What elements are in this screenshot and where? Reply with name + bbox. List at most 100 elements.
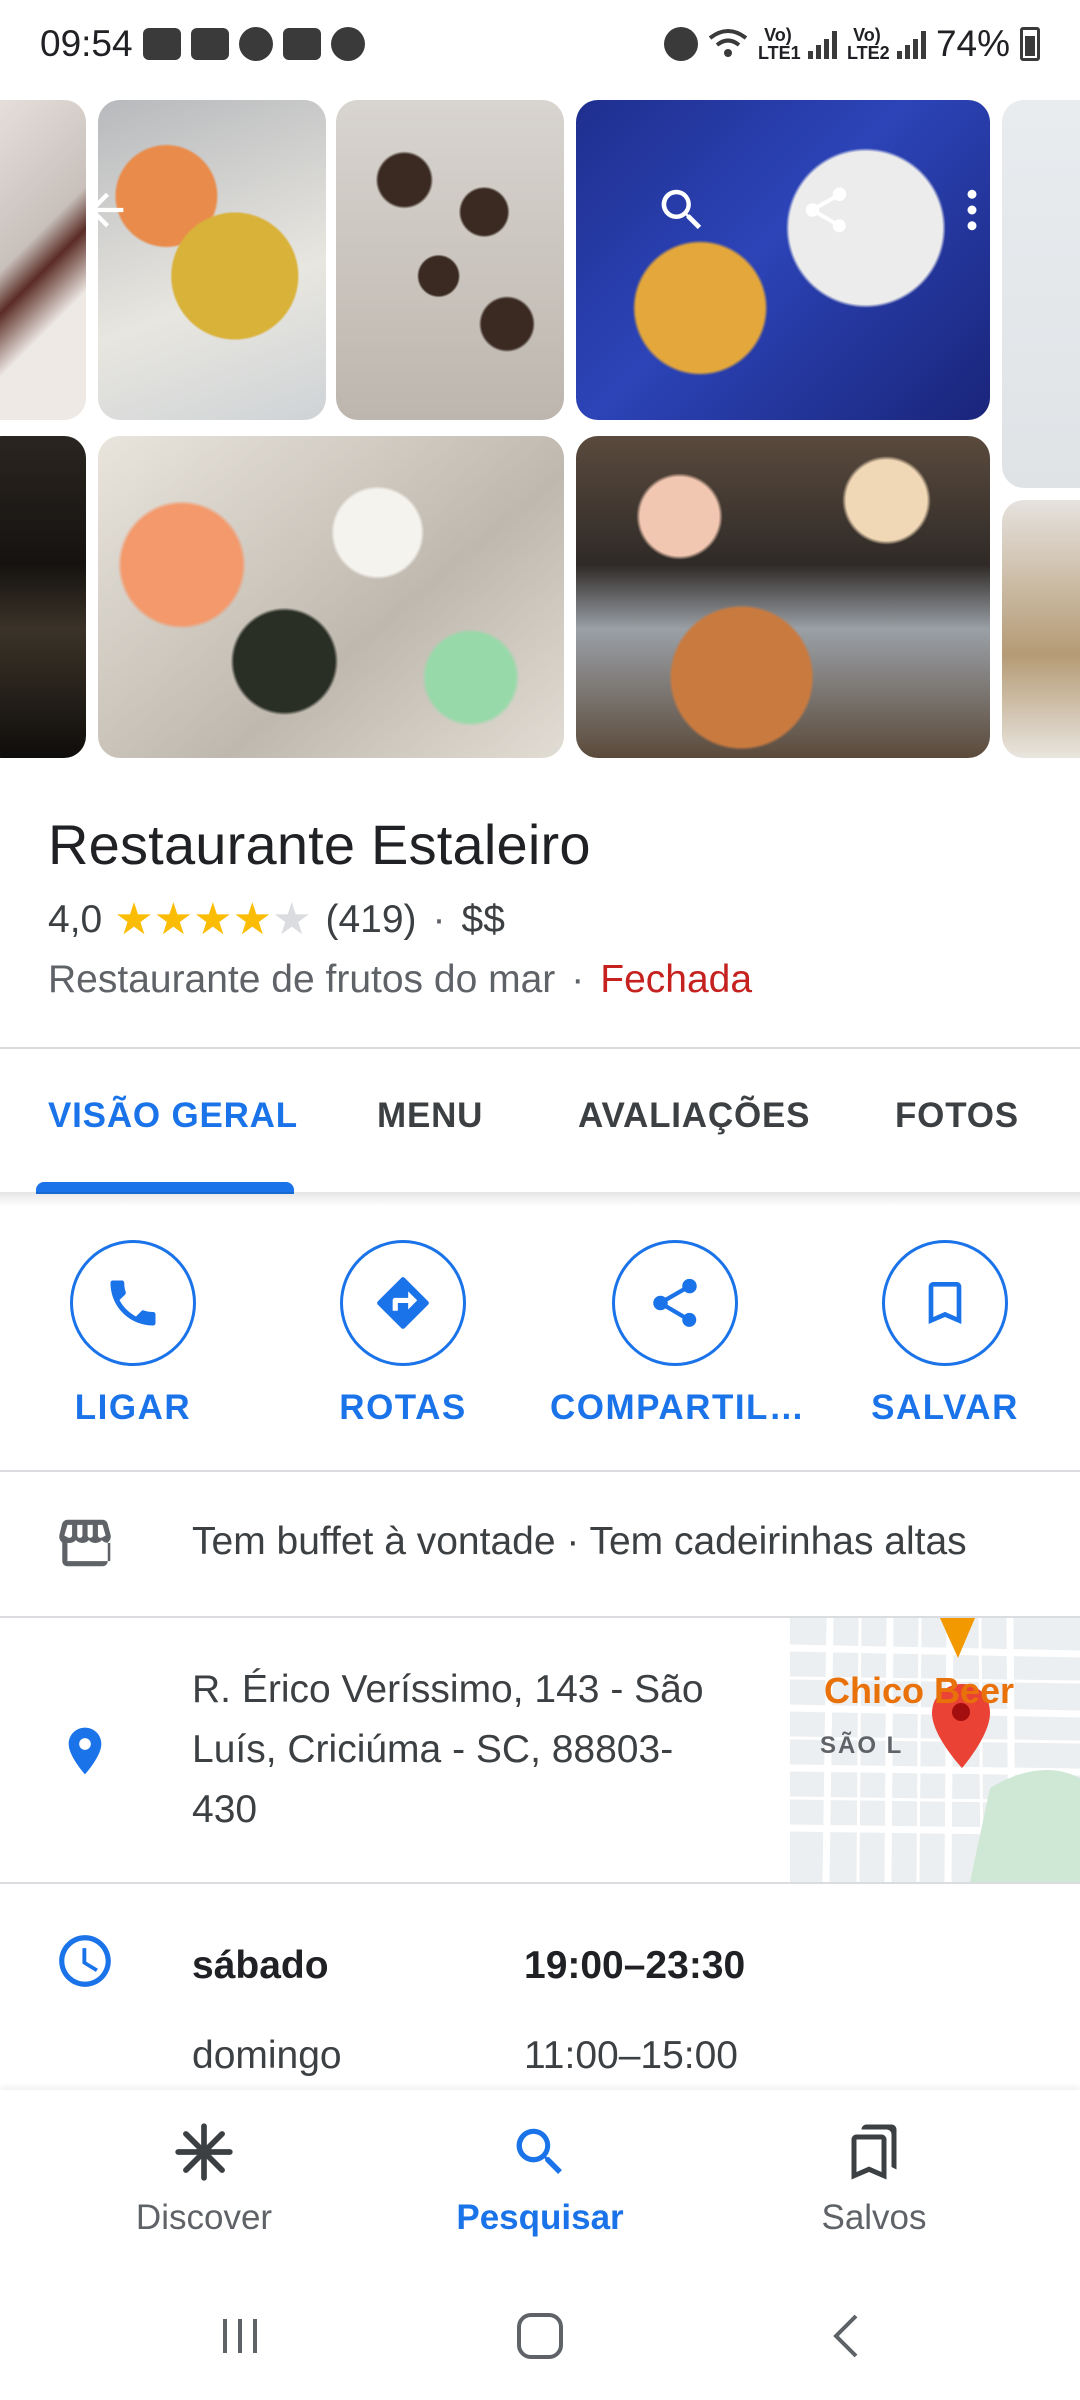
category-label: Restaurante de frutos do mar — [48, 958, 556, 1001]
call-button[interactable]: LIGAR — [8, 1240, 258, 1430]
call-circle[interactable] — [70, 1240, 196, 1366]
address-line-3: 430 — [192, 1788, 258, 1831]
clock-icon — [50, 1926, 120, 1996]
photo-diners[interactable] — [576, 436, 990, 758]
nav-saved[interactable]: Salvos — [744, 2120, 1004, 2238]
signal1-icon — [807, 29, 837, 59]
star-empty-icon: ★ — [272, 895, 312, 944]
tab-menu[interactable]: MENU — [377, 1096, 483, 1136]
alarm-icon — [663, 27, 698, 61]
map-area-label: SÃO L — [820, 1732, 904, 1759]
signal2-icon — [896, 29, 926, 59]
tab-photos[interactable]: FOTOS — [895, 1096, 1019, 1136]
directions-icon — [377, 1277, 429, 1329]
asterisk-icon — [175, 2123, 233, 2181]
lte2-label: Vo) LTE2 — [846, 25, 890, 63]
bookmark-icon — [928, 1282, 962, 1324]
back-chevron-icon — [833, 2314, 858, 2358]
photo-sushi-rolls[interactable] — [336, 100, 564, 420]
divider — [0, 1470, 1080, 1472]
more-options-button[interactable] — [936, 174, 1008, 246]
more-vert-icon — [967, 189, 977, 231]
share-place-button[interactable]: COMPARTIL… — [550, 1240, 806, 1430]
notification-gallery-icon — [190, 28, 229, 60]
lte1-label: Vo) LTE1 — [757, 25, 801, 63]
recents-icon — [223, 2319, 257, 2353]
nav-discover[interactable]: Discover — [74, 2120, 334, 2238]
share-icon — [653, 1278, 697, 1327]
photo-dessert[interactable] — [0, 100, 86, 420]
divider — [0, 1047, 1080, 1049]
bookmarks-icon — [851, 2124, 897, 2180]
recent-apps-button[interactable] — [200, 2296, 280, 2376]
star-filled-icon: ★ — [153, 895, 194, 944]
save-circle[interactable] — [882, 1240, 1008, 1366]
photo-paella[interactable] — [98, 100, 326, 420]
save-button[interactable]: SALVAR — [820, 1240, 1070, 1430]
directions-label: ROTAS — [339, 1388, 467, 1427]
nav-search-label: Pesquisar — [456, 2198, 624, 2237]
phone-icon — [110, 1280, 156, 1326]
separator-dot: · — [571, 958, 585, 1001]
amenities-text: Tem buffet à vontade · Tem cadeirinhas a… — [192, 1520, 967, 1563]
separator-dot: · — [432, 898, 446, 941]
clock-time: 09:54 — [40, 23, 133, 64]
notification-video-icon — [282, 28, 321, 60]
star-filled-icon: ★ — [114, 895, 154, 944]
rating-value: 4,0 — [48, 898, 103, 941]
save-label: SALVAR — [871, 1388, 1019, 1427]
divider — [0, 1882, 1080, 1884]
wifi-icon — [708, 29, 748, 57]
nav-discover-label: Discover — [135, 2198, 273, 2237]
hours-day: sábado — [192, 1944, 329, 1987]
search-icon — [661, 189, 702, 230]
hours-time: 19:00–23:30 — [524, 1944, 746, 1987]
share-circle[interactable] — [612, 1240, 738, 1366]
tab-bar: VISÃO GERAL MENU AVALIAÇÕES FOTOS — [0, 1050, 1080, 1194]
back-button[interactable] — [70, 174, 142, 246]
tab-overview[interactable]: VISÃO GERAL — [48, 1096, 298, 1136]
home-icon — [517, 2313, 563, 2359]
share-icon — [805, 187, 847, 233]
photo-gallery[interactable] — [0, 88, 1080, 768]
photo-partial-2[interactable] — [1002, 500, 1080, 758]
photo-building[interactable] — [0, 436, 86, 758]
rating-row[interactable]: 4,0 ★ ★ ★ ★ ★ (419) · $$ — [48, 892, 505, 948]
system-back-button[interactable] — [806, 2296, 886, 2376]
tab-shadow — [0, 1192, 1080, 1206]
system-navigation-bar — [0, 2270, 1080, 2400]
directions-button[interactable]: ROTAS — [278, 1240, 528, 1430]
home-button[interactable] — [500, 2296, 580, 2376]
nav-saved-label: Salvos — [821, 2198, 927, 2237]
photo-partial[interactable] — [1002, 100, 1080, 488]
hours-day: domingo — [192, 2034, 342, 2077]
open-status: Fechada — [600, 958, 753, 1001]
tab-reviews[interactable]: AVALIAÇÕES — [578, 1096, 810, 1136]
map-thumbnail[interactable]: Chico Beer SÃO L — [790, 1618, 1080, 1882]
notification-person-icon — [330, 27, 365, 61]
photo-seafood-plate[interactable] — [576, 100, 990, 420]
notification-app-icon — [142, 28, 181, 60]
directions-circle[interactable] — [340, 1240, 466, 1366]
share-label: COMPARTIL… — [550, 1388, 806, 1427]
star-filled-icon: ★ — [193, 895, 233, 944]
rating-stars: ★ ★ ★ ★ ★ — [114, 898, 311, 942]
photo-sushi-platter[interactable] — [98, 436, 564, 758]
hours-time: 11:00–15:00 — [524, 2034, 738, 2077]
status-bar: 09:54 Vo) LTE1 Vo) LTE2 74% — [0, 0, 1080, 88]
alarm-notification-icon — [238, 27, 273, 61]
category-row: Restaurante de frutos do mar · Fechada — [48, 952, 752, 1008]
map-poi-label: Chico Beer — [824, 1670, 1015, 1711]
address-line-1: R. Érico Veríssimo, 143 - São — [192, 1668, 704, 1711]
nav-search[interactable]: Pesquisar — [410, 2120, 670, 2238]
location-pin-icon — [50, 1716, 120, 1786]
bottom-navigation: Discover Pesquisar Salvos — [0, 2090, 1080, 2270]
battery-icon — [1020, 27, 1040, 61]
storefront-icon — [50, 1508, 120, 1578]
search-button[interactable] — [646, 174, 718, 246]
search-icon — [516, 2128, 562, 2174]
share-button[interactable] — [790, 174, 862, 246]
star-filled-icon: ★ — [232, 895, 273, 944]
battery-percent: 74% — [935, 23, 1010, 64]
place-title: Restaurante Estaleiro — [48, 813, 591, 876]
